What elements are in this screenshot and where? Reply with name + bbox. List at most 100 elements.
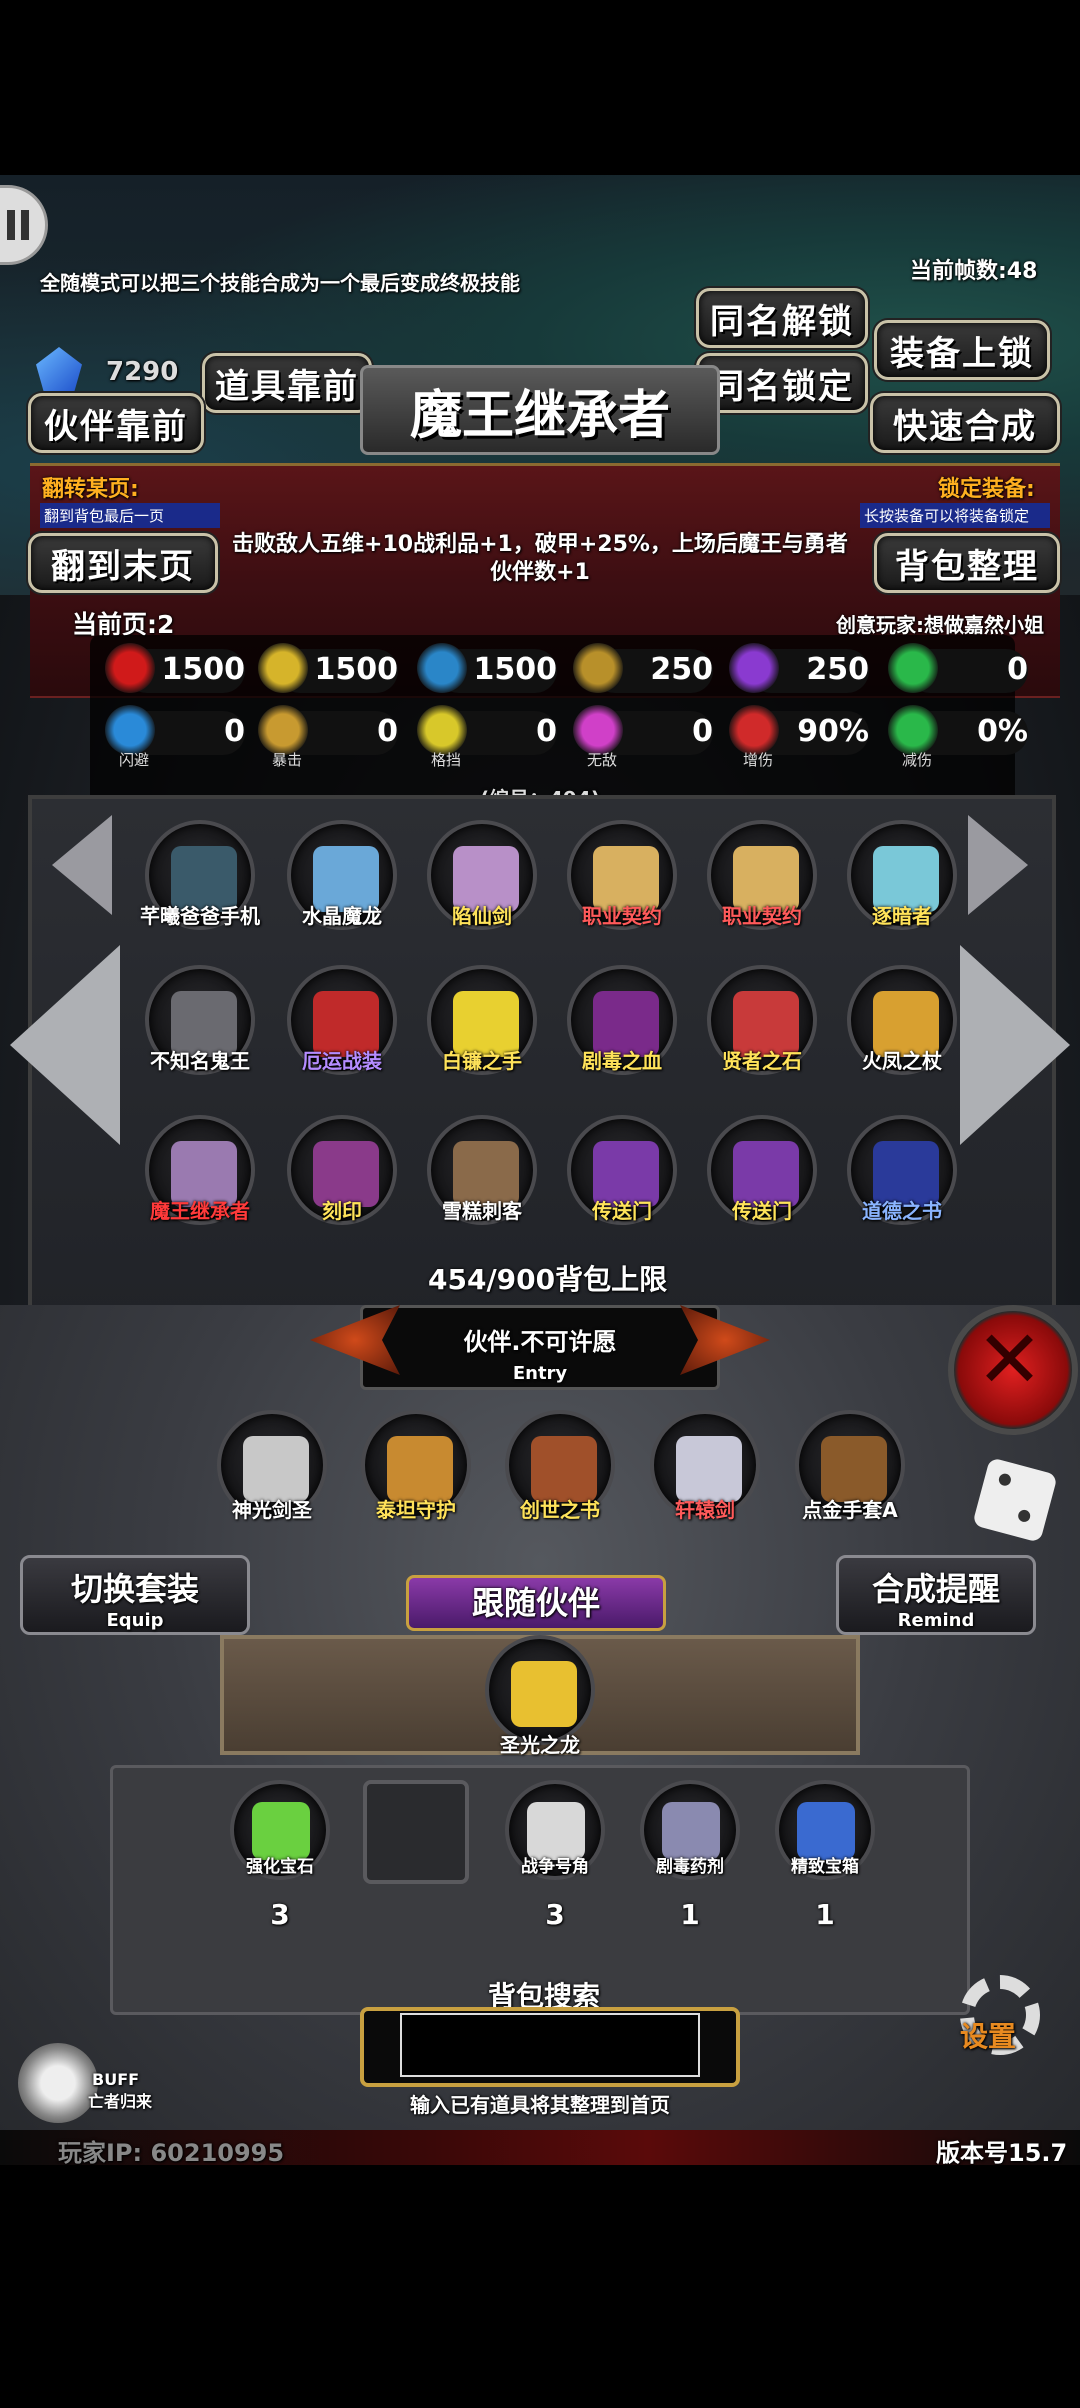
equipped-item-name: 点金手套A bbox=[802, 1498, 898, 1522]
bag-item[interactable]: 刻印 bbox=[282, 1115, 402, 1265]
bag-item-name: 不知名鬼王 bbox=[150, 1049, 250, 1073]
bag-item-name: 白镰之手 bbox=[442, 1049, 522, 1073]
merge-remind-button[interactable]: 合成提醒 Remind bbox=[836, 1555, 1036, 1635]
secondary-stat: 0 无敌 bbox=[573, 705, 713, 769]
partner-front-button[interactable]: 伙伴靠前 bbox=[28, 393, 204, 453]
bag-item[interactable]: 水晶魔龙 bbox=[282, 820, 402, 970]
equipped-item-name: 泰坦守护 bbox=[376, 1498, 456, 1522]
item-description: 击败敌人五维+10战利品+1，破甲+25%，上场后魔王与勇者伙伴数+1 bbox=[232, 532, 848, 585]
equipped-item[interactable]: 泰坦守护 bbox=[356, 1410, 476, 1560]
equipped-item-name: 轩辕剑 bbox=[675, 1498, 735, 1522]
partner-name: 圣光之龙 bbox=[500, 1733, 580, 1757]
bag-item[interactable]: 雪糕刺客 bbox=[422, 1115, 542, 1265]
dragon-icon bbox=[511, 1661, 577, 1727]
stat-label: 增伤 bbox=[743, 751, 774, 769]
settings-label[interactable]: 设置 bbox=[960, 2015, 1016, 2055]
stat-value: 0 bbox=[692, 713, 713, 749]
bag-item[interactable]: 火凤之杖 bbox=[842, 965, 962, 1115]
bag-item[interactable]: 厄运战装 bbox=[282, 965, 402, 1115]
sword-icon bbox=[573, 643, 623, 693]
stat-value: 250 bbox=[806, 651, 869, 687]
bag-item[interactable]: 道德之书 bbox=[842, 1115, 962, 1265]
bag-item-name: 传送门 bbox=[732, 1199, 792, 1223]
gem-counter: 7290 bbox=[36, 347, 216, 397]
secondary-stat: 0 闪避 bbox=[105, 705, 245, 769]
quick-merge-button[interactable]: 快速合成 bbox=[870, 393, 1060, 453]
bag-search-input[interactable] bbox=[400, 2013, 700, 2077]
bag-item[interactable]: 逐暗者 bbox=[842, 820, 962, 970]
consumable-item[interactable]: 战争号角 3 bbox=[495, 1780, 615, 1931]
equipped-item[interactable]: 创世之书 bbox=[500, 1410, 620, 1560]
close-button[interactable]: ✕ bbox=[948, 1305, 1078, 1435]
unlock-same-name-button[interactable]: 同名解锁 bbox=[696, 288, 868, 348]
primary-stat: 250 bbox=[573, 643, 713, 695]
consumable-item[interactable]: 精致宝箱 1 bbox=[765, 1780, 885, 1931]
bag-item-name: 雪糕刺客 bbox=[442, 1199, 522, 1223]
close-icon: ✕ bbox=[976, 1313, 1044, 1406]
damage-reduce-icon bbox=[888, 705, 938, 755]
consumable-name: 强化宝石 bbox=[246, 1857, 314, 1877]
version-number: 版本号15.7 bbox=[936, 2139, 1068, 2165]
armor-icon bbox=[258, 643, 308, 693]
buff-sub: 亡者归来 bbox=[88, 2092, 153, 2111]
bag-item-name: 刻印 bbox=[322, 1199, 362, 1223]
block-icon bbox=[417, 705, 467, 755]
consumable-item[interactable]: 强化宝石 3 bbox=[220, 1780, 340, 1931]
bag-item-name: 陷仙剑 bbox=[452, 904, 512, 928]
follow-partner-banner: 跟随伙伴 bbox=[406, 1575, 666, 1631]
primary-stat: 0 bbox=[888, 643, 1028, 695]
bag-item[interactable]: 职业契约 bbox=[562, 820, 682, 970]
bag-item[interactable]: 职业契约 bbox=[702, 820, 822, 970]
bag-item[interactable]: 传送门 bbox=[702, 1115, 822, 1265]
bag-item[interactable]: 陷仙剑 bbox=[422, 820, 542, 970]
stat-label: 暴击 bbox=[272, 751, 303, 769]
bag-item[interactable]: 白镰之手 bbox=[422, 965, 542, 1115]
bag-item[interactable]: 魔王继承者 bbox=[140, 1115, 260, 1265]
clover-icon bbox=[888, 643, 938, 693]
bag-sort-button[interactable]: 背包整理 bbox=[874, 533, 1060, 593]
item-title: 魔王继承者 bbox=[360, 365, 720, 455]
to-last-page-button[interactable]: 翻到末页 bbox=[28, 533, 218, 593]
equipped-item[interactable]: 神光剑圣 bbox=[212, 1410, 332, 1560]
bag-item[interactable]: 贤者之石 bbox=[702, 965, 822, 1115]
dodge-icon bbox=[105, 705, 155, 755]
equipped-item[interactable]: 点金手套A bbox=[790, 1410, 910, 1560]
stat-label: 减伤 bbox=[902, 751, 933, 769]
creator-credit: 创意玩家:想做嘉然小姐 bbox=[836, 613, 1044, 637]
secondary-stat: 0% 减伤 bbox=[888, 705, 1028, 769]
game-screen: 全随模式可以把三个技能合成为一个最后变成终极技能 当前帧数:48 7290 同名… bbox=[0, 175, 1080, 2165]
lock-same-name-button[interactable]: 同名锁定 bbox=[696, 353, 868, 413]
equip-lock-button[interactable]: 装备上锁 bbox=[874, 320, 1050, 380]
equipped-art-icon bbox=[531, 1436, 597, 1502]
bag-item[interactable]: 不知名鬼王 bbox=[140, 965, 260, 1115]
bag-item-name: 剧毒之血 bbox=[582, 1049, 662, 1073]
stat-label: 格挡 bbox=[431, 751, 462, 769]
consumable-item[interactable]: 剧毒药剂 1 bbox=[630, 1780, 750, 1931]
stat-value: 0% bbox=[977, 713, 1028, 749]
items-front-button[interactable]: 道具靠前 bbox=[202, 353, 372, 413]
equipped-item[interactable]: 轩辕剑 bbox=[645, 1410, 765, 1560]
switch-outfit-button[interactable]: 切换套装 Equip bbox=[20, 1555, 250, 1635]
consumable-name: 精致宝箱 bbox=[791, 1857, 859, 1877]
bag-item-name: 火凤之杖 bbox=[862, 1049, 942, 1073]
heart-icon bbox=[105, 643, 155, 693]
bag-item[interactable]: 芊曦爸爸手机 bbox=[140, 820, 260, 970]
prev-page-small-arrow[interactable] bbox=[52, 815, 112, 915]
bag-item-name: 道德之书 bbox=[862, 1199, 942, 1223]
skull-icon[interactable] bbox=[18, 2043, 98, 2123]
empty-slot[interactable] bbox=[355, 1780, 475, 1930]
stat-value: 0 bbox=[377, 713, 398, 749]
switch-outfit-label: 切换套装 bbox=[70, 1570, 199, 1608]
bag-capacity: 454/900背包上限 bbox=[428, 1263, 668, 1296]
merge-remind-label: 合成提醒 bbox=[871, 1570, 1000, 1608]
prev-page-arrow[interactable] bbox=[10, 945, 120, 1145]
partner-slot[interactable]: 圣光之龙 bbox=[480, 1635, 600, 1785]
bag-item[interactable]: 传送门 bbox=[562, 1115, 682, 1265]
lightning-icon bbox=[729, 643, 779, 693]
pause-icon bbox=[7, 210, 29, 240]
bag-item[interactable]: 剧毒之血 bbox=[562, 965, 682, 1115]
empty-slot-box bbox=[363, 1780, 469, 1884]
damage-up-icon bbox=[729, 705, 779, 755]
stat-value: 250 bbox=[650, 651, 713, 687]
secondary-stat: 90% 增伤 bbox=[729, 705, 869, 769]
